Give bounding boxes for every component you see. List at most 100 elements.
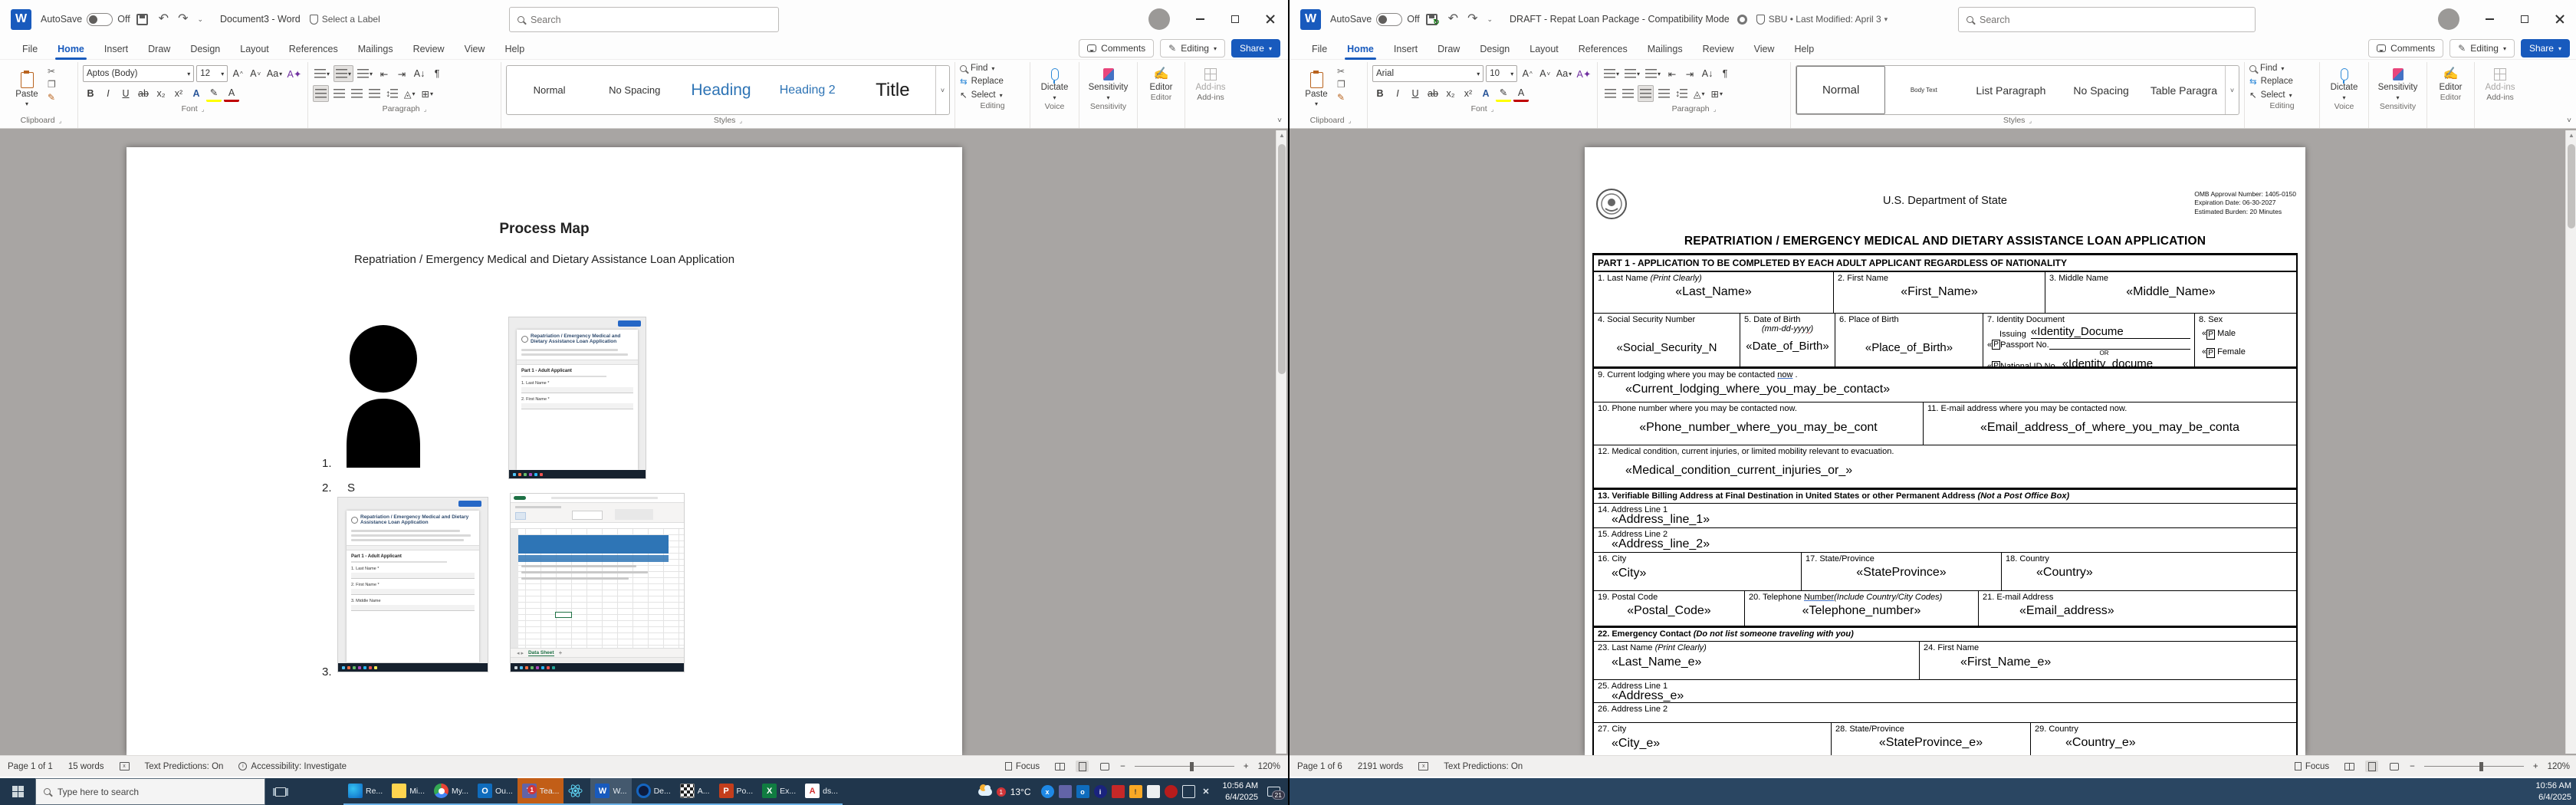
style-no-spacing[interactable]: No Spacing	[2059, 66, 2142, 114]
clear-formatting-button[interactable]: A✦	[1576, 65, 1592, 82]
defender-tray-icon[interactable]: !	[1129, 785, 1142, 798]
vertical-scrollbar[interactable]: ▲	[2565, 130, 2576, 754]
dictate-button[interactable]: Dictate▾	[1035, 64, 1074, 101]
zoom-slider[interactable]	[1135, 766, 1234, 767]
align-center-button[interactable]	[331, 85, 347, 102]
align-right-button[interactable]	[349, 85, 364, 102]
zoom-level[interactable]: 120%	[1258, 762, 1280, 771]
styles-launcher-icon[interactable]: ⌟	[739, 117, 742, 124]
database-tray-icon[interactable]	[1112, 785, 1125, 798]
addins-button[interactable]: Add-ins	[1190, 64, 1231, 92]
start-button[interactable]	[0, 778, 35, 805]
align-left-button[interactable]	[313, 85, 329, 102]
styles-more-button[interactable]: ˅	[935, 66, 949, 114]
taskbar-app-acrobat[interactable]: Ads...	[800, 778, 843, 805]
font-name-select[interactable]: Aptos (Body)▾	[83, 65, 194, 82]
underline-button[interactable]: U	[118, 85, 133, 102]
superscript-button[interactable]: x²	[171, 85, 186, 102]
highlight-button[interactable]: ✎	[206, 85, 222, 102]
strikethrough-button[interactable]: ab	[1425, 85, 1441, 102]
minimize-button[interactable]	[1182, 0, 1217, 38]
tab-draw[interactable]: Draw	[138, 38, 180, 60]
document-page[interactable]: U.S. Department of State OMB Approval Nu…	[1585, 147, 2305, 755]
style-heading1[interactable]: Heading	[677, 66, 764, 114]
clock[interactable]: 10:56 AM6/4/2025	[2536, 780, 2571, 803]
subscript-button[interactable]: x₂	[153, 85, 169, 102]
font-launcher-icon[interactable]: ⌟	[1491, 106, 1494, 113]
tab-insert[interactable]: Insert	[1384, 38, 1428, 60]
tab-design[interactable]: Design	[1470, 38, 1520, 60]
editing-mode-button[interactable]: ✎Editing▾	[2450, 39, 2515, 58]
taskbar-app-powerpoint[interactable]: PPo...	[715, 778, 758, 805]
sort-button[interactable]: A↓	[412, 65, 427, 82]
autosave-control[interactable]: AutoSave Off	[1330, 13, 1420, 26]
align-left-button[interactable]	[1602, 85, 1618, 102]
find-button[interactable]: Find▾	[2249, 64, 2315, 73]
justify-button[interactable]	[366, 85, 382, 102]
change-case-button[interactable]: Aa▾	[265, 65, 284, 82]
read-mode-button[interactable]	[2343, 761, 2356, 772]
show-marks-button[interactable]: ¶	[429, 65, 445, 82]
redo-icon[interactable]: ↷	[178, 13, 188, 25]
increase-indent-button[interactable]: ⇥	[394, 65, 409, 82]
title-search-box[interactable]: Search	[509, 7, 779, 32]
tab-layout[interactable]: Layout	[1520, 38, 1569, 60]
page-indicator[interactable]: Page 1 of 6	[1297, 762, 1342, 771]
text-effects-button[interactable]: A	[1478, 85, 1493, 102]
style-list-paragraph[interactable]: List Paragraph	[1962, 66, 2059, 114]
italic-button[interactable]: I	[1390, 85, 1405, 102]
multilevel-list-button[interactable]: ▾	[356, 65, 374, 82]
shading-button[interactable]: ◬▾	[402, 85, 417, 102]
align-right-button[interactable]	[1638, 85, 1654, 102]
bullets-button[interactable]: ▾	[313, 65, 331, 82]
bold-button[interactable]: B	[1372, 85, 1388, 102]
font-color-button[interactable]: A	[1513, 85, 1529, 102]
taskbar-app-edge[interactable]: Re...	[343, 778, 387, 805]
tab-draw[interactable]: Draw	[1428, 38, 1470, 60]
find-button[interactable]: Find▾	[960, 64, 1025, 73]
tab-view[interactable]: View	[1744, 38, 1785, 60]
borders-button[interactable]: ⊞▾	[419, 85, 435, 102]
focus-button[interactable]: Focus	[2295, 762, 2329, 771]
web-layout-button[interactable]	[2387, 761, 2400, 772]
clear-formatting-button[interactable]: A✦	[286, 65, 303, 82]
editing-mode-button[interactable]: ✎Editing▾	[1160, 39, 1225, 58]
tab-mailings[interactable]: Mailings	[348, 38, 403, 60]
tab-layout[interactable]: Layout	[230, 38, 279, 60]
taskbar-app-teams[interactable]: T1Tea...	[518, 778, 564, 805]
paste-button[interactable]: Paste▾	[9, 64, 44, 115]
grow-font-button[interactable]: A^	[1520, 65, 1535, 82]
taskbar-app-sticky-notes[interactable]: Mi...	[387, 778, 429, 805]
close-button[interactable]	[2542, 0, 2576, 38]
sensitivity-label[interactable]: SBU • Last Modified: April 3	[1769, 14, 1881, 25]
show-marks-button[interactable]: ¶	[1717, 65, 1733, 82]
page-indicator[interactable]: Page 1 of 1	[8, 762, 53, 771]
tab-file[interactable]: File	[12, 38, 48, 60]
taskbar-app-outlook[interactable]: OOu...	[473, 778, 518, 805]
document-page[interactable]: Process Map Repatriation / Emergency Med…	[127, 147, 962, 755]
bold-button[interactable]: B	[83, 85, 98, 102]
zoom-in-button[interactable]: +	[1244, 762, 1249, 771]
outlook-tray-icon[interactable]: o	[1076, 785, 1089, 798]
vpn-tray-icon[interactable]	[1165, 785, 1178, 798]
taskbar-app-excel[interactable]: XEx...	[757, 778, 800, 805]
clock[interactable]: 10:56 AM6/4/2025	[1223, 780, 1258, 803]
read-mode-button[interactable]	[1053, 761, 1066, 772]
tab-references[interactable]: References	[279, 38, 348, 60]
comments-button[interactable]: Comments	[1079, 39, 1154, 58]
close-button[interactable]	[1253, 0, 1288, 38]
decrease-indent-button[interactable]: ⇤	[1664, 65, 1680, 82]
addins-button[interactable]: Add-ins	[2479, 64, 2521, 92]
cut-icon[interactable]: ✂	[48, 66, 56, 77]
task-view-button[interactable]	[265, 778, 296, 805]
tab-home[interactable]: Home	[1337, 38, 1384, 60]
word-count[interactable]: 2191 words	[1358, 762, 1403, 771]
tab-home[interactable]: Home	[48, 38, 94, 60]
scrollbar-thumb[interactable]	[1278, 144, 1286, 374]
tab-review[interactable]: Review	[403, 38, 455, 60]
collapse-ribbon-icon[interactable]: ˅	[2567, 117, 2571, 125]
replace-button[interactable]: ⇆Replace	[960, 76, 1025, 87]
taskbar-app-word[interactable]: WW...	[590, 778, 631, 805]
autosave-control[interactable]: AutoSave Off	[41, 13, 130, 26]
justify-button[interactable]	[1656, 85, 1671, 102]
